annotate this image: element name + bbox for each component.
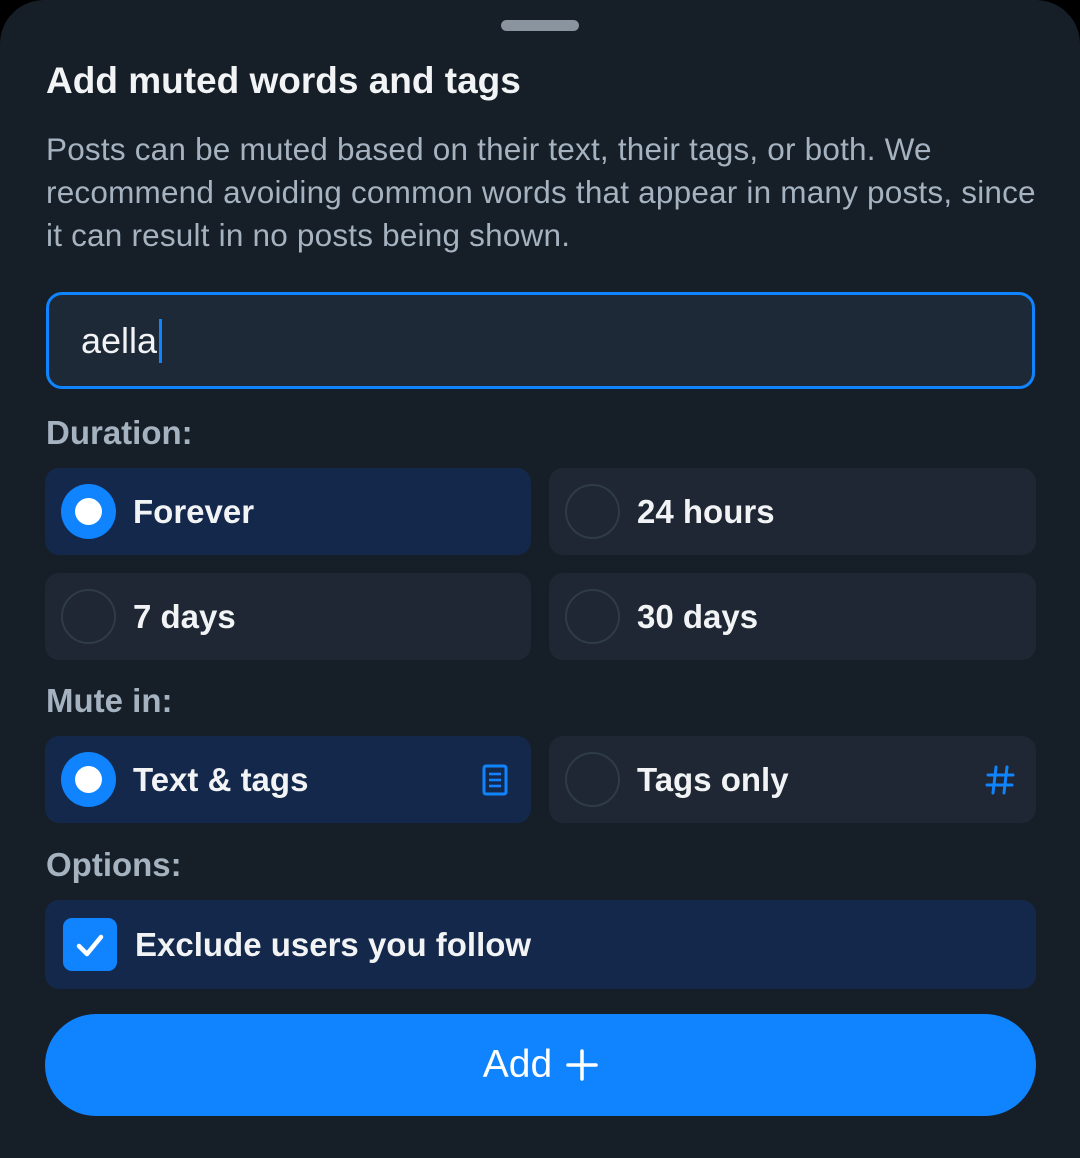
text-caret xyxy=(159,318,163,363)
duration-option-label: Forever xyxy=(133,493,255,530)
plus-icon xyxy=(566,1049,598,1081)
duration-option-forever[interactable]: Forever xyxy=(45,468,531,555)
checkmark-icon xyxy=(76,934,104,957)
hashtag-icon xyxy=(985,765,1015,795)
duration-option-label: 30 days xyxy=(637,598,759,635)
mute-in-option-label: Tags only xyxy=(637,761,789,798)
mute-in-option-tags-only[interactable]: Tags only xyxy=(549,736,1036,823)
document-icon xyxy=(482,764,508,796)
exclude-following-option[interactable]: Exclude users you follow xyxy=(45,900,1036,989)
radio-unselected[interactable] xyxy=(565,484,620,539)
duration-option-label: 24 hours xyxy=(637,493,775,530)
duration-label: Duration: xyxy=(46,414,193,451)
exclude-following-label: Exclude users you follow xyxy=(135,926,532,963)
duration-option-7-days[interactable]: 7 days xyxy=(45,573,531,660)
duration-option-24-hours[interactable]: 24 hours xyxy=(549,468,1036,555)
radio-selected[interactable] xyxy=(61,484,116,539)
muted-word-input-value: aella xyxy=(81,319,158,361)
sheet-description: Posts can be muted based on their text, … xyxy=(46,131,1036,253)
duration-option-label: 7 days xyxy=(133,598,236,635)
mute-words-sheet: Add muted words and tags Posts can be mu… xyxy=(0,0,1080,1158)
add-button[interactable]: Add xyxy=(45,1014,1036,1116)
mute-in-option-label: Text & tags xyxy=(133,761,309,798)
duration-option-30-days[interactable]: 30 days xyxy=(549,573,1036,660)
mute-in-option-text-and-tags[interactable]: Text & tags xyxy=(45,736,531,823)
exclude-following-checkbox[interactable] xyxy=(63,918,117,971)
mute-in-label: Mute in: xyxy=(46,682,173,719)
radio-selected[interactable] xyxy=(61,752,116,807)
radio-unselected[interactable] xyxy=(565,752,620,807)
options-label: Options: xyxy=(46,846,182,883)
sheet-title: Add muted words and tags xyxy=(46,60,521,101)
add-button-label: Add xyxy=(482,1043,553,1086)
radio-unselected[interactable] xyxy=(565,589,620,644)
radio-unselected[interactable] xyxy=(61,589,116,644)
drag-handle[interactable] xyxy=(501,20,579,31)
muted-word-input[interactable]: aella xyxy=(46,292,1035,389)
